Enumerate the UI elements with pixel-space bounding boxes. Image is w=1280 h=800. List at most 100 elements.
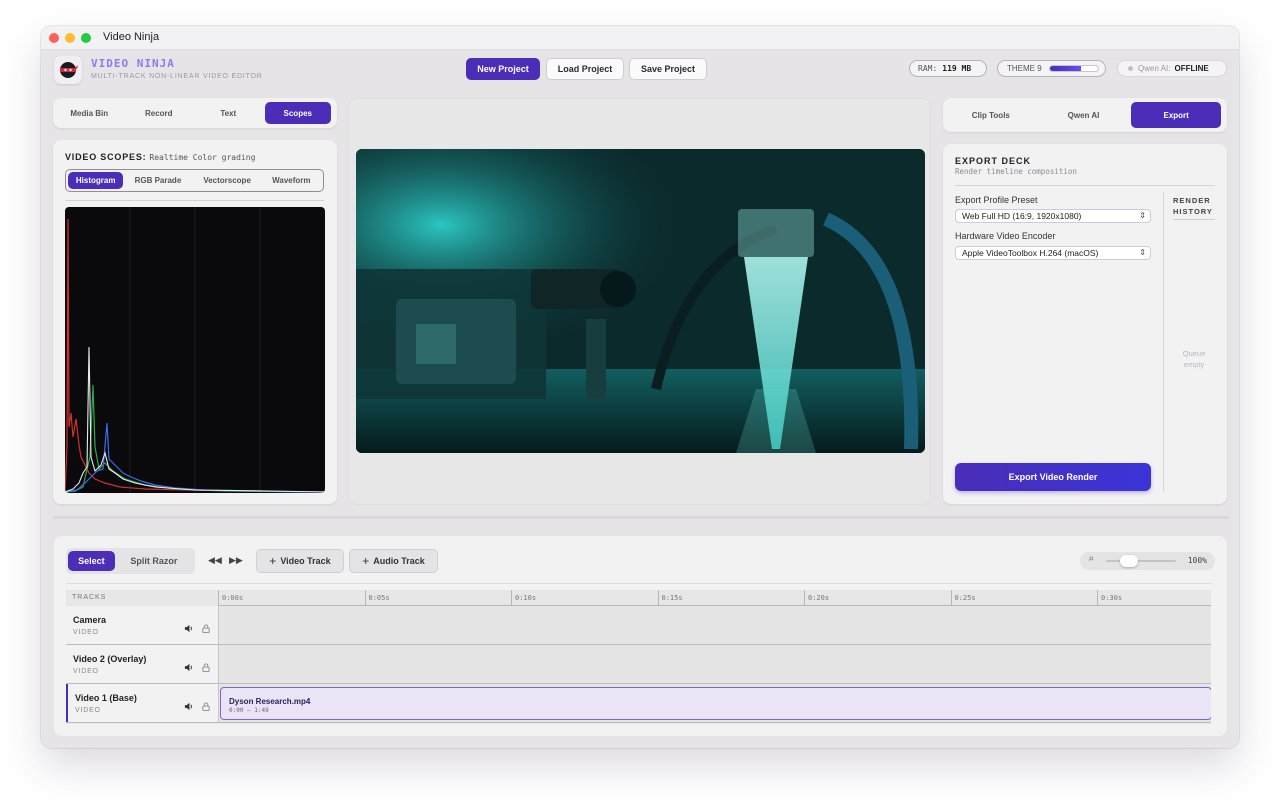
track-name: Video 2 (Overlay) xyxy=(73,654,147,664)
track-header[interactable]: Camera VIDEO xyxy=(66,606,218,644)
clip-name: Dyson Research.mp4 xyxy=(229,697,311,706)
ninja-logo-icon xyxy=(54,56,82,84)
scope-tab-rgb-parade[interactable]: RGB Parade xyxy=(123,172,192,189)
ram-value: 119 MB xyxy=(942,64,972,73)
tab-text[interactable]: Text xyxy=(195,102,262,124)
chevron-up-down-icon: ⇕ xyxy=(1139,248,1146,257)
ruler-tick: 0:00s xyxy=(218,590,246,606)
qwen-status: Qwen AI: OFFLINE xyxy=(1117,60,1227,77)
scopes-subtitle: Realtime Color grading xyxy=(149,153,256,162)
zoom-slider-track[interactable] xyxy=(1106,560,1176,562)
ruler-tick: 0:20s xyxy=(804,590,832,606)
preview-panel xyxy=(348,98,931,505)
add-audio-track-button[interactable]: + Audio Track xyxy=(349,549,438,573)
zoom-control: ⌕ 100% xyxy=(1080,552,1215,570)
ram-label: RAM: xyxy=(918,64,938,73)
app-window: Video Ninja VIDEO NINJA MULTI-TRACK NON-… xyxy=(41,26,1239,748)
plus-icon: + xyxy=(269,554,277,568)
scope-tab-waveform[interactable]: Waveform xyxy=(262,172,321,189)
track-header[interactable]: Video 1 (Base) VIDEO xyxy=(66,684,218,722)
zoom-window-button[interactable] xyxy=(81,33,91,43)
export-render-button[interactable]: Export Video Render xyxy=(955,463,1151,491)
encoder-label: Hardware Video Encoder xyxy=(955,231,1056,241)
theme-label: THEME 9 xyxy=(1007,64,1042,73)
track-controls xyxy=(184,620,210,638)
save-project-button[interactable]: Save Project xyxy=(629,58,707,80)
tab-export[interactable]: Export xyxy=(1131,102,1222,128)
zoom-slider-handle[interactable] xyxy=(1120,555,1138,567)
tool-split-razor[interactable]: Split Razor xyxy=(118,551,190,571)
track-controls xyxy=(184,659,210,677)
encoder-select[interactable]: Apple VideoToolbox H.264 (macOS) ⇕ xyxy=(955,246,1151,260)
lock-icon[interactable] xyxy=(202,659,210,677)
load-project-button[interactable]: Load Project xyxy=(546,58,624,80)
qwen-label: Qwen AI: xyxy=(1138,64,1171,73)
track-lane[interactable]: Dyson Research.mp4 0:00 — 1:49 xyxy=(218,684,1211,722)
profile-select[interactable]: Web Full HD (16:9, 1920x1080) ⇕ xyxy=(955,209,1151,223)
export-panel: EXPORT DECK Render timeline composition … xyxy=(943,144,1227,504)
scope-tab-histogram[interactable]: Histogram xyxy=(68,172,124,189)
ruler-tick: 0:05s xyxy=(364,590,393,606)
tab-record[interactable]: Record xyxy=(126,102,193,124)
clip-range: 0:00 — 1:49 xyxy=(229,707,269,714)
fast-forward-icon[interactable]: ▶▶ xyxy=(229,555,243,566)
tool-select[interactable]: Select xyxy=(68,551,115,571)
track-controls xyxy=(184,698,210,716)
video-preview[interactable] xyxy=(356,149,925,453)
track-row: Video 2 (Overlay) VIDEO xyxy=(66,645,1211,684)
video-clip[interactable]: Dyson Research.mp4 0:00 — 1:49 xyxy=(220,687,1211,720)
timeline-divider xyxy=(66,583,1211,584)
render-history-label: RENDER HISTORY xyxy=(1173,196,1213,216)
window-title: Video Ninja xyxy=(103,31,160,43)
speaker-icon[interactable] xyxy=(184,698,193,716)
close-window-button[interactable] xyxy=(49,33,59,43)
track-header[interactable]: Video 2 (Overlay) VIDEO xyxy=(66,645,218,683)
left-tab-panel: Media Bin Record Text Scopes xyxy=(53,98,337,128)
timeline-grid: TRACKS 0:00s 0:05s 0:10s 0:15s 0:20s 0:25s 0:3… xyxy=(66,590,1211,724)
track-row: Video 1 (Base) VIDEO Dyson Research.mp4 0:0… xyxy=(66,684,1211,723)
add-audio-track-label: Audio Track xyxy=(373,556,425,566)
new-project-button[interactable]: New Project xyxy=(466,58,540,80)
track-type: VIDEO xyxy=(75,707,101,714)
export-divider xyxy=(955,185,1215,186)
speaker-icon[interactable] xyxy=(184,659,193,677)
track-name: Camera xyxy=(73,615,107,625)
theme-slider-fill xyxy=(1050,66,1082,71)
zoom-value: 100% xyxy=(1187,556,1207,565)
scope-mode-tabs: Histogram RGB Parade Vectorscope Waveform xyxy=(65,169,324,192)
scope-tab-vectorscope[interactable]: Vectorscope xyxy=(193,172,262,189)
add-video-track-button[interactable]: + Video Track xyxy=(256,549,344,573)
tab-scopes[interactable]: Scopes xyxy=(264,102,331,124)
rewind-icon[interactable]: ◀◀ xyxy=(208,555,222,566)
ruler-tick: 0:15s xyxy=(657,590,686,606)
theme-selector[interactable]: THEME 9 xyxy=(997,60,1106,77)
time-ruler[interactable]: 0:00s 0:05s 0:10s 0:15s 0:20s 0:25s 0:30s xyxy=(218,590,1211,606)
lock-icon[interactable] xyxy=(202,698,210,716)
scope-divider xyxy=(65,200,324,201)
right-tab-bar: Clip Tools Qwen AI Export xyxy=(943,102,1227,128)
status-dot-icon xyxy=(1128,66,1133,71)
tab-clip-tools[interactable]: Clip Tools xyxy=(946,102,1036,128)
tab-qwen-ai[interactable]: Qwen AI xyxy=(1039,102,1129,128)
panel-resize-handle[interactable] xyxy=(53,516,1229,519)
left-tab-bar: Media Bin Record Text Scopes xyxy=(53,102,337,124)
ruler-tick: 0:30s xyxy=(1097,590,1125,606)
ram-indicator: RAM: 119 MB xyxy=(909,60,987,77)
profile-value: Web Full HD (16:9, 1920x1080) xyxy=(962,211,1082,221)
histogram-display xyxy=(65,207,325,493)
brand-subtitle: MULTI-TRACK NON-LINEAR VIDEO EDITOR xyxy=(91,73,263,80)
brand-title: VIDEO NINJA xyxy=(91,57,175,70)
theme-slider-track[interactable] xyxy=(1049,65,1099,72)
track-lane[interactable] xyxy=(218,645,1211,683)
chevron-up-down-icon: ⇕ xyxy=(1139,211,1146,220)
lock-icon[interactable] xyxy=(202,620,210,638)
qwen-value: OFFLINE xyxy=(1174,64,1209,73)
track-lane[interactable] xyxy=(218,606,1211,644)
scopes-heading: VIDEO SCOPES: Realtime Color grading xyxy=(65,152,255,162)
track-name: Video 1 (Base) xyxy=(75,693,137,703)
minimize-window-button[interactable] xyxy=(65,33,75,43)
history-divider xyxy=(1163,192,1164,492)
export-title: EXPORT DECK xyxy=(955,156,1032,166)
speaker-icon[interactable] xyxy=(184,620,193,638)
tab-media-bin[interactable]: Media Bin xyxy=(56,102,123,124)
